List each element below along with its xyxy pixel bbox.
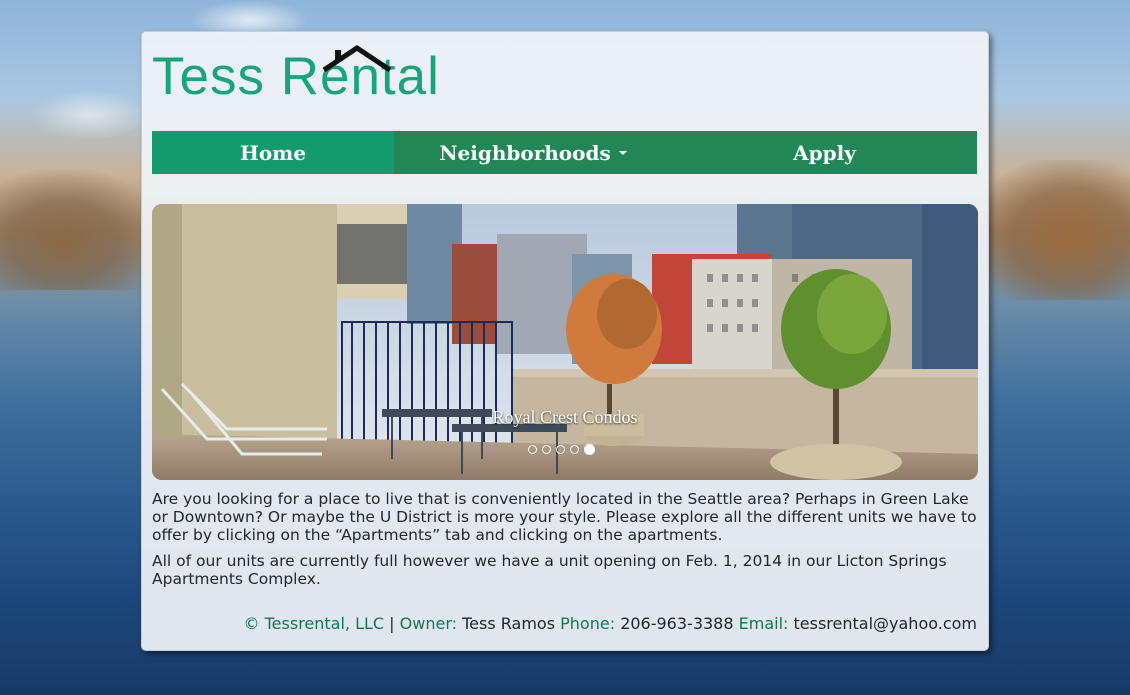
roof-icon — [322, 44, 392, 73]
footer-separator: | — [384, 614, 400, 633]
carousel-dot[interactable] — [542, 445, 551, 454]
footer-phone: 206-963-3388 — [620, 614, 734, 633]
carousel-caption: Royal Crest Condos — [492, 407, 638, 427]
background-trees — [0, 170, 160, 290]
carousel-image — [152, 204, 978, 480]
footer: © Tessrental, LLC | Owner: Tess Ramos Ph… — [244, 614, 977, 633]
carousel-dot-active[interactable] — [584, 444, 595, 455]
intro-paragraph: Are you looking for a place to live that… — [152, 490, 977, 544]
nav-apply[interactable]: Apply — [672, 131, 977, 174]
footer-owner-label: Owner: — [399, 614, 458, 633]
footer-owner-name: Tess Ramos — [462, 614, 556, 633]
main-nav: Home Neighborhoods Apply — [152, 131, 977, 174]
nav-home-label: Home — [239, 140, 307, 165]
footer-phone-label: Phone: — [560, 614, 616, 633]
footer-email-label: Email: — [738, 614, 789, 633]
carousel-dot[interactable] — [528, 445, 537, 454]
background-trees — [980, 160, 1130, 300]
carousel-dot[interactable] — [570, 445, 579, 454]
carousel-dot[interactable] — [556, 445, 565, 454]
logo-text: Tess Rental — [152, 47, 440, 106]
intro-paragraph: All of our units are currently full howe… — [152, 552, 947, 588]
nav-neighborhoods-dropdown[interactable]: Neighborhoods — [394, 131, 672, 174]
main-panel: Tess Rental Home Neighborhoods Apply Roy… — [141, 31, 989, 651]
nav-apply-label: Apply — [793, 140, 856, 165]
nav-neighborhoods-label: Neighborhoods — [439, 140, 611, 165]
image-carousel[interactable]: Royal Crest Condos — [152, 204, 978, 480]
nav-home[interactable]: Home — [152, 131, 394, 174]
intro-text: Are you looking for a place to live that… — [152, 490, 982, 596]
footer-email[interactable]: tessrental@yahoo.com — [794, 614, 978, 633]
site-logo[interactable]: Tess Rental — [152, 42, 440, 112]
background-cloud — [30, 90, 150, 140]
chevron-down-icon — [618, 150, 627, 155]
carousel-indicators — [528, 444, 595, 455]
footer-copyright: © Tessrental, LLC — [243, 614, 385, 633]
